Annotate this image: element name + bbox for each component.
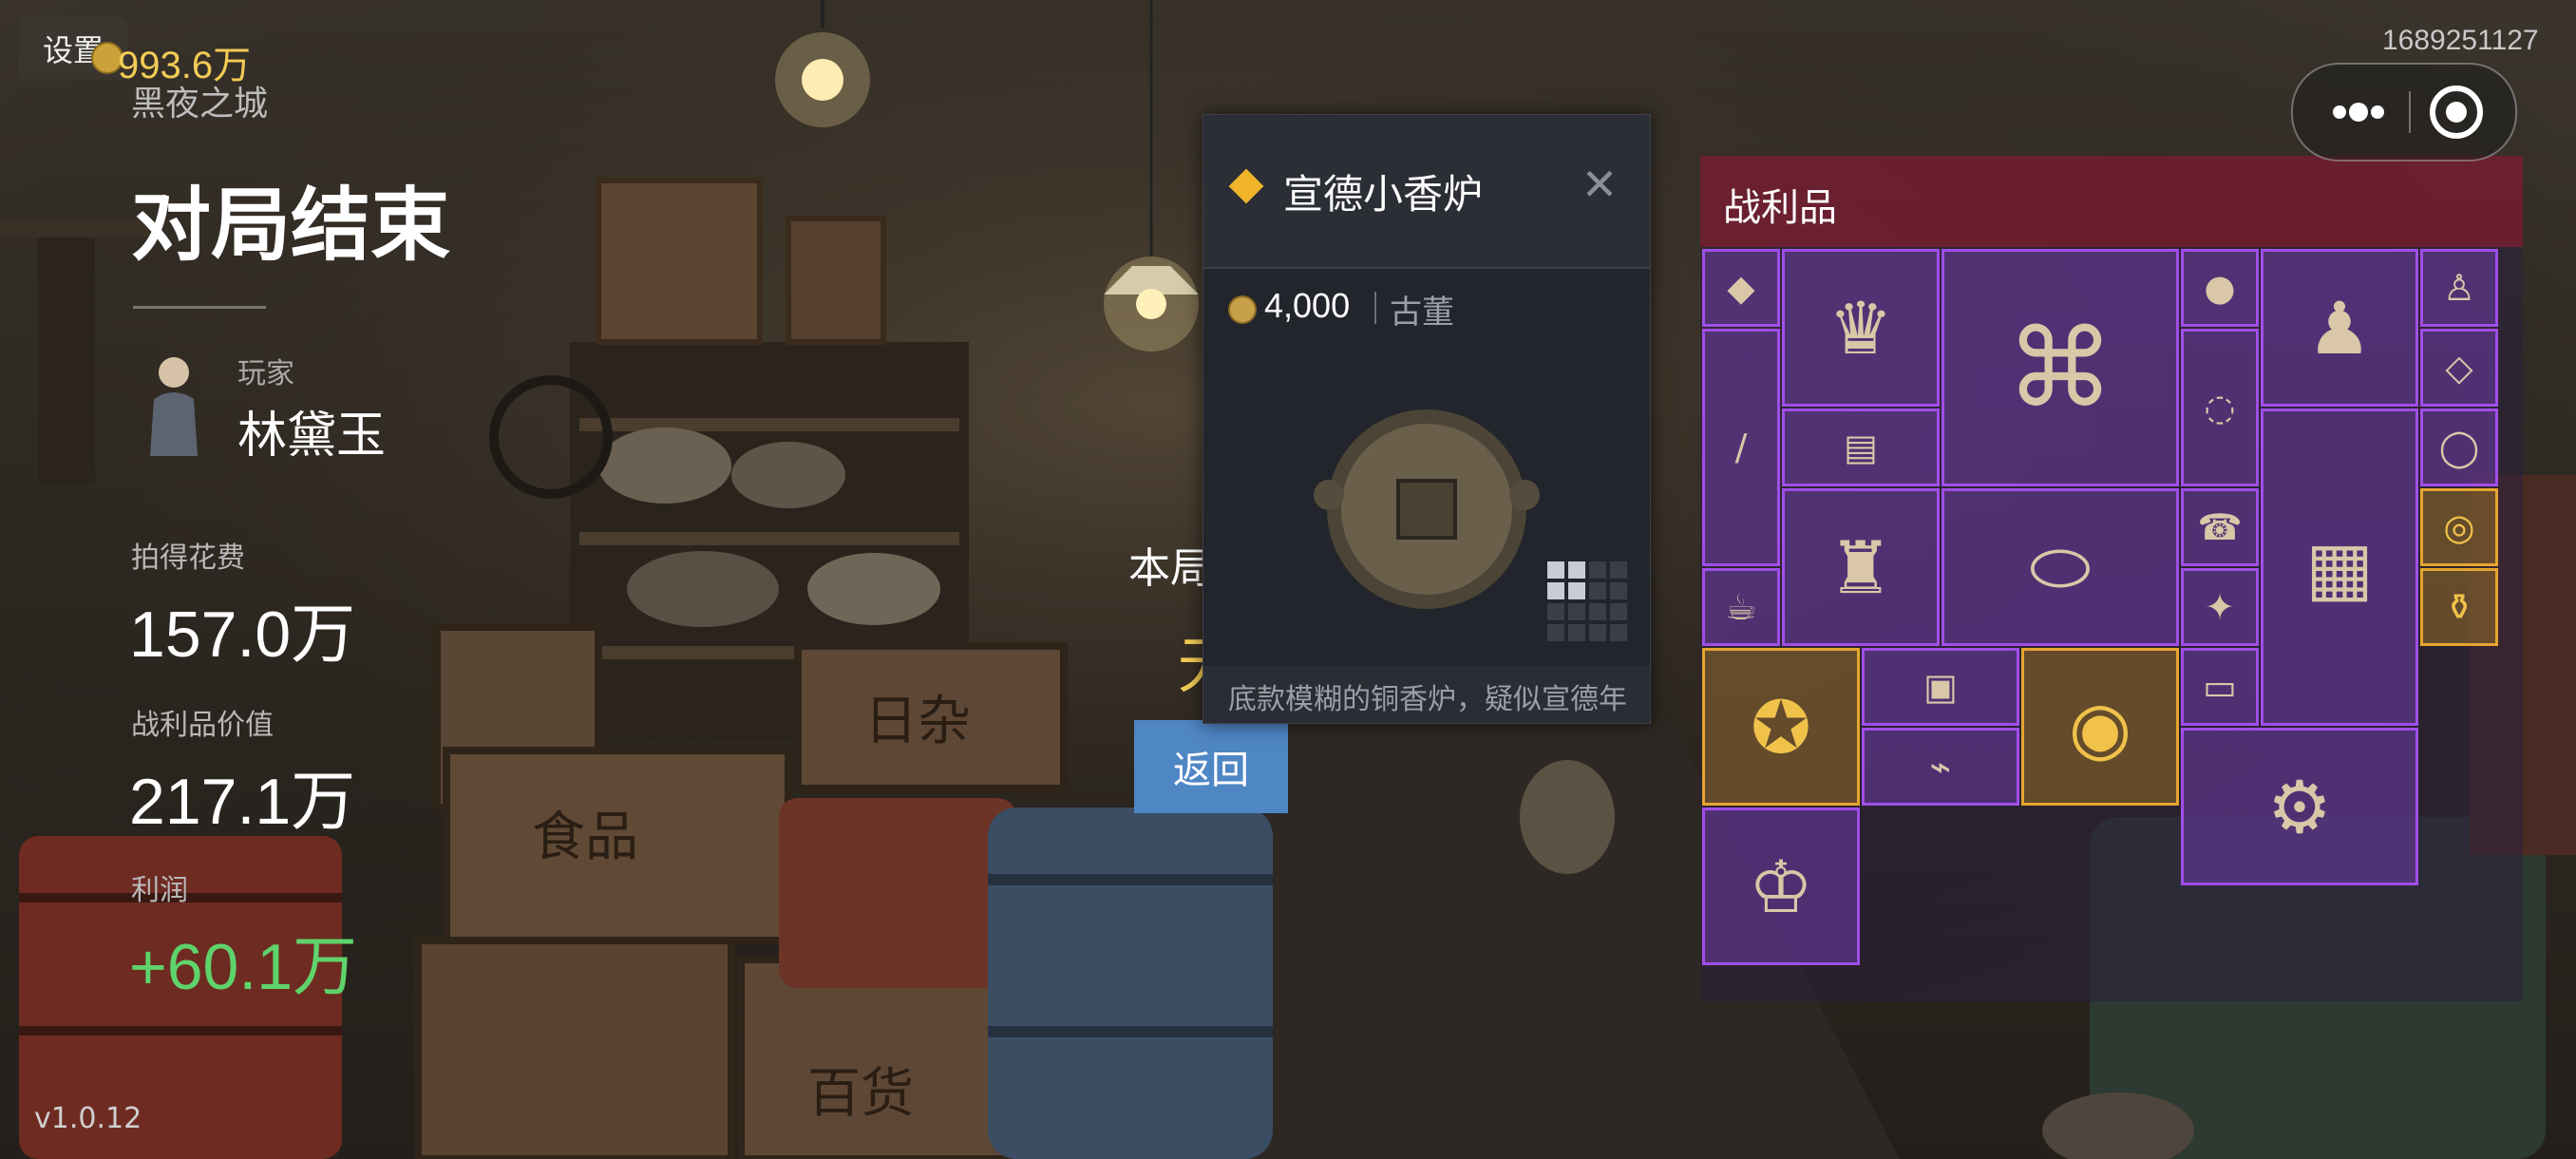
price-separator (1374, 292, 1376, 324)
loot-item-purple-gem-box[interactable]: ◆ (1702, 249, 1780, 327)
exit-icon[interactable] (2424, 80, 2489, 144)
tiffany-lamp-icon: ♛ (1828, 285, 1894, 370)
red-pendant-icon: ● (2204, 267, 2236, 309)
circuit-chip-icon: ▣ (1923, 666, 1958, 708)
loot-item-hoverboard[interactable]: ⬭ (1941, 488, 2179, 646)
loot-item-teapot[interactable]: ☕ (1702, 568, 1780, 646)
loot-item-light-bulb[interactable]: ✦ (2181, 568, 2259, 646)
loot-item-generator[interactable]: ⚙ (2181, 728, 2418, 885)
censer-image (1314, 409, 1540, 609)
city-name: 黑夜之城 (131, 85, 269, 124)
telegraph-key-icon: ⌁ (1929, 746, 1952, 788)
generator-icon: ⚙ (2266, 764, 2333, 849)
hoverboard-icon: ⬭ (2029, 523, 2092, 609)
loot-item-circuit-chip[interactable]: ▣ (1862, 648, 2019, 726)
loot-item-telescope[interactable]: ∕ (1702, 329, 1780, 566)
close-icon[interactable]: ✕ (1576, 161, 1623, 208)
svg-text:日杂: 日杂 (864, 691, 971, 752)
capsule-divider (2409, 91, 2411, 133)
title-divider (133, 306, 266, 309)
small-gold-buddha-icon: ♙ (2442, 267, 2476, 309)
gold-gear-orb-icon: ✪ (1751, 684, 1811, 770)
radio-icon: ▤ (1844, 427, 1878, 468)
loot-item-bronze-censer[interactable]: ◉ (2021, 648, 2179, 806)
bead-necklace-icon: ◌ (2204, 387, 2236, 428)
loot-item-gold-gear-orb[interactable]: ✪ (1702, 648, 1860, 806)
loot-item-gold-ring[interactable]: ◎ (2420, 488, 2498, 566)
back-button[interactable]: 返回 (1134, 720, 1288, 813)
page-title: 对局结束 (131, 179, 451, 272)
teapot-icon: ☕ (1724, 586, 1758, 628)
loot-item-blue-book[interactable]: ▭ (2181, 648, 2259, 726)
quartz-stone-icon: ◇ (2445, 347, 2473, 389)
loot-item-jade-bracelet[interactable]: ◯ (2420, 408, 2498, 486)
loot-item-control-panel[interactable]: ▦ (2261, 408, 2418, 726)
loot-item-telegraph-key[interactable]: ⌁ (1862, 728, 2019, 806)
telescope-icon: ∕ (1734, 427, 1748, 468)
retro-phone-icon: ☎ (2197, 506, 2243, 548)
loot-value: 217.1万 (129, 766, 356, 838)
loot-item-film-projector[interactable]: ⌘ (1941, 249, 2179, 486)
tiara-icon: ♔ (1748, 844, 1814, 929)
loot-item-gold-vase[interactable]: ⚱ (2420, 568, 2498, 646)
blue-book-icon: ▭ (2203, 666, 2237, 708)
loot-item-red-pendant[interactable]: ● (2181, 249, 2259, 327)
loot-item-radio[interactable]: ▤ (1782, 408, 1940, 486)
spend-label: 拍得花费 (131, 542, 245, 575)
purple-gem-box-icon: ◆ (1727, 267, 1755, 309)
item-card-header: 宣德小香炉 ✕ (1203, 115, 1650, 269)
loot-item-buddha-statue[interactable]: ♟ (2261, 249, 2418, 407)
control-panel-icon: ▦ (2305, 524, 2374, 610)
buddha-statue-icon: ♟ (2306, 285, 2373, 370)
loot-item-bead-necklace[interactable]: ◌ (2181, 329, 2259, 486)
item-size-grid-icon (1547, 561, 1627, 641)
player-avatar (150, 357, 198, 456)
svg-text:百货: 百货 (807, 1063, 914, 1125)
rarity-diamond-icon (1228, 168, 1264, 204)
loot-item-quartz-stone[interactable]: ◇ (2420, 329, 2498, 407)
loot-item-tiara[interactable]: ♔ (1702, 808, 1860, 965)
item-detail-card: 宣德小香炉 ✕ 4,000 古董 底款模糊的铜香炉，疑似宣德年 (1203, 114, 1651, 724)
loot-item-small-gold-buddha[interactable]: ♙ (2420, 249, 2498, 327)
profit-value: +60.1万 (129, 931, 358, 1003)
loot-item-brass-lantern[interactable]: ♜ (1782, 488, 1940, 646)
player-name: 林黛玉 (237, 408, 387, 465)
gold-vase-icon: ⚱ (2444, 586, 2474, 628)
more-options-icon[interactable] (2316, 84, 2401, 141)
loot-header: 战利品 (1700, 156, 2523, 247)
jade-bracelet-icon: ◯ (2438, 427, 2480, 468)
bronze-censer-icon: ◉ (2068, 684, 2132, 770)
loot-item-tiffany-lamp[interactable]: ♛ (1782, 249, 1940, 407)
player-label: 玩家 (237, 357, 294, 390)
svg-text:食品: 食品 (532, 807, 638, 868)
version-label: v1.0.12 (34, 1102, 142, 1135)
loot-title: 战利品 (1723, 186, 1837, 230)
item-category: 古董 (1390, 294, 1454, 332)
user-id: 1689251127 (2382, 25, 2539, 56)
item-name: 宣德小香炉 (1283, 171, 1484, 218)
coin-icon (1228, 295, 1257, 324)
item-description: 底款模糊的铜香炉，疑似宣德年 (1228, 683, 1627, 716)
loot-value-label: 战利品价值 (131, 709, 274, 742)
loot-item-retro-phone[interactable]: ☎ (2181, 488, 2259, 566)
profit-label: 利润 (131, 874, 188, 907)
loot-panel: 战利品 ◆ ♛ ⌘ ● ♟ ♙ ∕ ▤ ◌ ◇ ♜ ⬭ ☎ ▦ ◯ ☕ ✦ ◎ ⚱ ✪ ▣ ◉ ▭ ⌁ ⚙ ♔ (1700, 156, 2523, 1001)
item-price: 4,000 (1264, 286, 1351, 325)
gold-ring-icon: ◎ (2443, 506, 2475, 548)
loot-grid: ◆ ♛ ⌘ ● ♟ ♙ ∕ ▤ ◌ ◇ ♜ ⬭ ☎ ▦ ◯ ☕ ✦ ◎ ⚱ ✪ ▣ ◉ ▭ ⌁ ⚙ ♔ (1700, 247, 2523, 1001)
spend-value: 157.0万 (129, 598, 356, 671)
light-bulb-icon: ✦ (2205, 586, 2235, 628)
mini-program-capsule (2291, 63, 2517, 162)
brass-lantern-icon: ♜ (1828, 524, 1894, 610)
film-projector-icon: ⌘ (2006, 304, 2114, 431)
